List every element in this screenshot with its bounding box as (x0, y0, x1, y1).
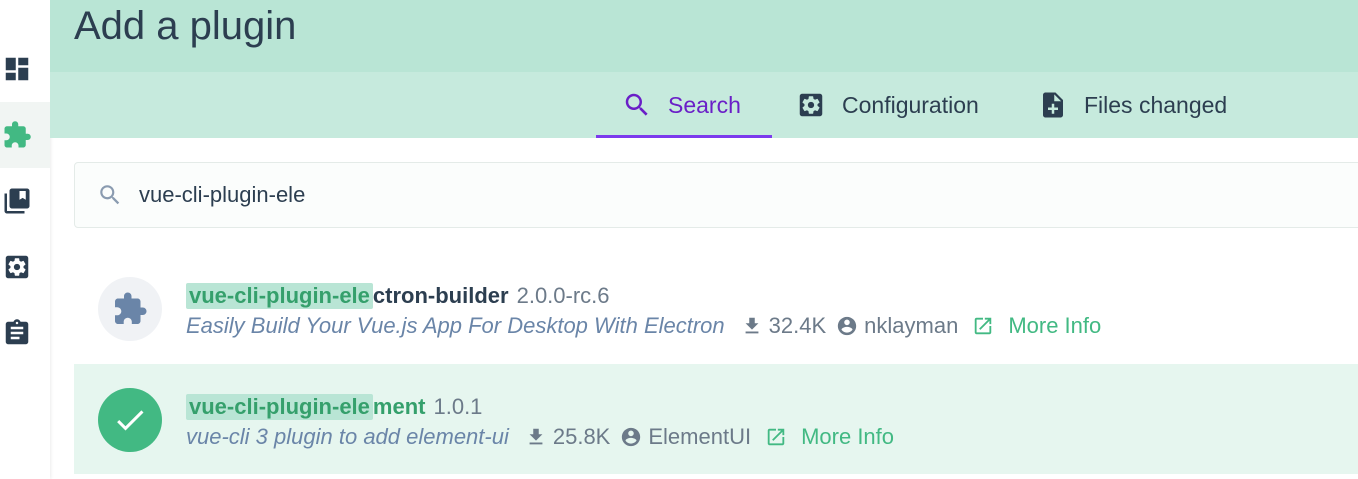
gear-icon (5, 255, 29, 279)
search-icon (100, 185, 120, 205)
sidebar-item-dependencies[interactable] (0, 168, 50, 234)
sidebar-item-plugins[interactable] (0, 102, 50, 168)
sidebar (0, 0, 50, 479)
page-title: Add a plugin (74, 4, 297, 48)
plugin-avatar (98, 277, 162, 341)
sidebar-item-configuration[interactable] (0, 234, 50, 300)
download-icon (529, 428, 543, 445)
puzzle-icon (115, 292, 147, 324)
plugin-description: Easily Build Your Vue.js App For Desktop… (186, 313, 725, 338)
plugin-name-highlight: vue-cli-plugin-ele (186, 394, 373, 420)
plugin-name-line: vue-cli-plugin-ele ctron-builder 2.0.0-r… (186, 283, 610, 309)
search-input[interactable] (139, 182, 1039, 208)
search-box (74, 162, 1358, 228)
checkmark-icon (117, 410, 144, 431)
file-plus-icon (1043, 92, 1063, 118)
plugin-name-rest: ctron-builder (372, 283, 509, 308)
puzzle-icon (4, 121, 31, 148)
more-info-link[interactable]: More Info (765, 424, 894, 450)
plugin-downloads: 25.8K (552, 424, 611, 449)
plugin-name-highlight: vue-cli-plugin-ele (186, 283, 373, 309)
plugin-version: 2.0.0-rc.6 (516, 283, 610, 308)
plugin-info-line: vue-cli 3 plugin to add element-ui 25.8K… (186, 424, 894, 450)
plugin-description: vue-cli 3 plugin to add element-ui (186, 424, 509, 449)
search-icon (625, 93, 648, 116)
plugin-version: 1.0.1 (433, 394, 483, 419)
tab-search[interactable]: Search (622, 72, 741, 138)
tab-files-changed[interactable]: Files changed (1038, 72, 1227, 138)
gear-icon (799, 93, 823, 117)
sidebar-item-tasks[interactable] (0, 300, 50, 366)
plugin-author: nklayman (864, 313, 959, 338)
account-icon (837, 316, 857, 336)
open-in-new-icon (975, 317, 992, 335)
plugin-result-item[interactable]: vue-cli-plugin-ele ctron-builder 2.0.0-r… (74, 253, 1358, 363)
more-info-label: More Info (801, 424, 895, 449)
account-icon (622, 427, 641, 447)
tab-files-changed-label: Files changed (1084, 91, 1228, 118)
plugin-name-line: vue-cli-plugin-ele ment 1.0.1 (186, 394, 482, 420)
tab-configuration-label: Configuration (842, 91, 979, 118)
open-in-new-icon (767, 428, 785, 446)
plugin-result-item[interactable]: vue-cli-plugin-ele ment 1.0.1 vue-cli 3 … (74, 364, 1358, 474)
plugin-author: ElementUI (648, 424, 752, 449)
dashboard-icon (5, 57, 29, 81)
library-icon (4, 188, 30, 214)
page-header: Add a plugin (50, 0, 1358, 72)
more-info-link[interactable]: More Info (972, 313, 1101, 339)
plugin-info-line: Easily Build Your Vue.js App For Desktop… (186, 313, 1101, 339)
plugin-name-rest: ment (372, 394, 426, 419)
active-tab-indicator (596, 135, 772, 138)
download-icon (745, 317, 759, 334)
clipboard-icon (5, 319, 29, 345)
sidebar-item-dashboard[interactable] (0, 36, 50, 102)
plugin-downloads: 32.4K (768, 313, 827, 338)
tab-bar: Search Configuration Files changed (50, 72, 1358, 138)
more-info-label: More Info (1008, 313, 1102, 338)
tab-configuration[interactable]: Configuration (796, 72, 979, 138)
plugin-selected-avatar (98, 388, 162, 452)
tab-search-label: Search (668, 91, 741, 118)
